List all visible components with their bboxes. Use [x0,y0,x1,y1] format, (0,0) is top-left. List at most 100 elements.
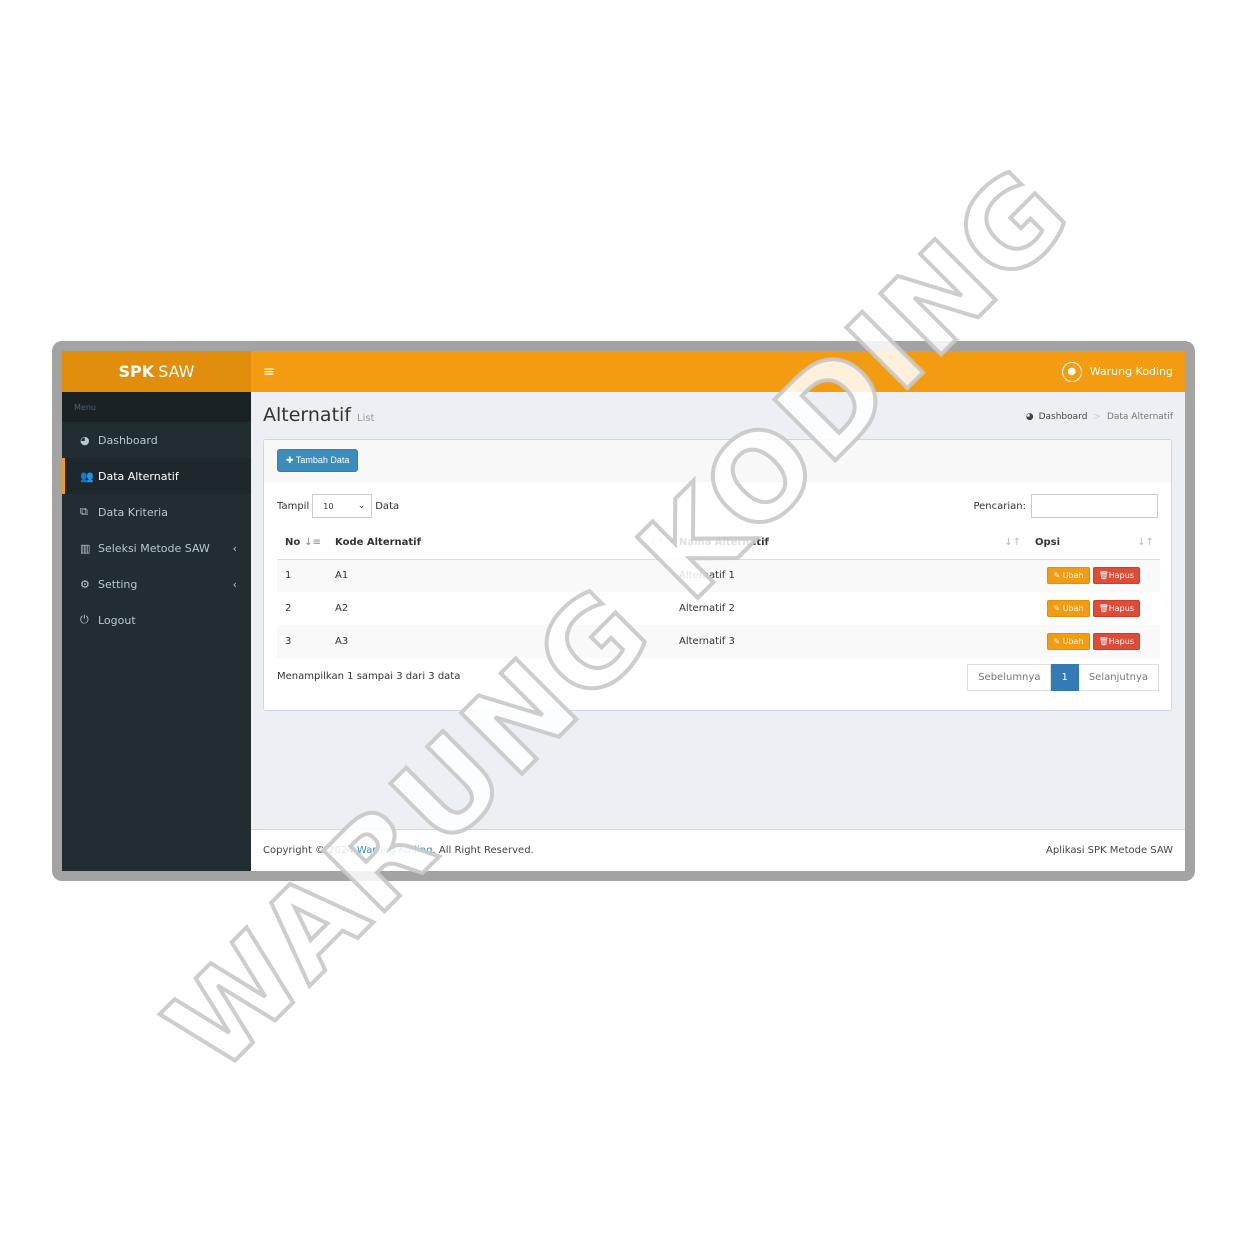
data-box: ✚ Tambah Data Tampil 10 ⌄ Data Pencarian… [263,439,1172,711]
users-icon: 👥 [80,469,94,483]
sidebar-item-dashboard[interactable]: ◕ Dashboard [62,422,251,458]
page-length-control: Tampil 10 ⌄ Data [277,494,399,518]
footer: Copyright © 2024 Warung Koding. All Righ… [251,829,1185,871]
page-length-select[interactable]: 10 ⌄ [312,494,373,518]
delete-button[interactable]: 🗑Hapus [1092,600,1140,617]
sidebar-item-setting[interactable]: ⚙ Setting ‹ [62,566,251,602]
power-icon: ⏻ [80,613,89,626]
edit-label: Ubah [1062,604,1084,613]
sidebar-item-data-alternatif[interactable]: 👥 Data Alternatif [62,458,251,494]
delete-label: Hapus [1108,604,1134,613]
cell-nama: Alternatif 2 [679,603,735,614]
brand-rest: SAW [158,362,195,381]
table-row: 1 A1 Alternatif 1 ✎ Ubah 🗑Hapus [277,559,1160,592]
cell-no: 1 [277,559,327,592]
edit-button[interactable]: ✎ Ubah [1047,600,1090,617]
sort-icon: ↓↑ [1004,537,1021,549]
pagination-page-button[interactable]: 1 [1051,664,1079,691]
user-menu[interactable]: ● Warung Koding [1061,361,1173,382]
edit-icon: ✎ [1053,637,1061,646]
edit-button[interactable]: ✎ Ubah [1047,567,1090,585]
add-data-button[interactable]: ✚ Tambah Data [277,449,359,472]
pagination: Sebelumnya 1 Selanjutnya [967,664,1159,691]
column-header-label: Nama Alternatif [679,537,769,549]
cell-kode: A2 [335,603,349,614]
cubes-icon: ⧉ [80,505,88,518]
table-info: Menampilkan 1 sampai 3 dari 3 data [277,671,461,682]
footer-copyright: Copyright © 2024 Warung Koding. All Righ… [263,845,534,856]
sort-icon: ↓↑ [648,537,665,549]
dashboard-icon: ◕ [1025,412,1034,422]
edit-icon: ✎ [1053,571,1061,581]
search-label: Pencarian: [973,500,1026,512]
edit-icon: ✎ [1053,604,1061,613]
sidebar-item-logout[interactable]: ⏻ Logout [62,602,251,638]
sort-icon: ↓↑ [1137,537,1154,549]
brand-bold: SPK [118,362,155,381]
main-content: Alternatif List ◕ Dashboard > Data Alter… [251,392,1185,829]
copyright-suffix: . All Right Reserved. [432,845,534,856]
delete-label: Hapus [1108,637,1134,646]
edit-label: Ubah [1062,571,1084,581]
column-header-kode[interactable]: Kode Alternatif ↓↑ [327,527,671,560]
footer-right-text: Aplikasi SPK Metode SAW [1046,845,1173,856]
sidebar-item-label: Data Alternatif [98,469,179,483]
edit-button[interactable]: ✎ Ubah [1047,633,1090,650]
cell-nama: Alternatif 3 [671,625,1027,658]
brand-logo[interactable]: SPK SAW [62,351,251,392]
show-suffix: Data [375,500,400,512]
breadcrumb-dashboard[interactable]: Dashboard [1039,412,1088,422]
app-window: SPK SAW Menu ◕ Dashboard 👥 Data Alternat… [62,351,1185,871]
pagination-prev-button[interactable]: Sebelumnya [967,664,1052,691]
chevron-left-icon: ‹ [232,541,237,555]
sidebar-item-label: Seleksi Metode SAW [98,541,210,555]
pagination-next-button[interactable]: Selanjutnya [1078,664,1159,691]
cell-opsi: ✎ Ubah 🗑Hapus [1027,625,1160,658]
chevron-left-icon: ‹ [232,577,237,591]
gear-icon: ⚙ [80,577,90,591]
sidebar-item-data-kriteria[interactable]: ⧉ Data Kriteria [62,494,251,530]
cell-opsi: ✎ Ubah 🗑Hapus [1027,559,1160,592]
table-row: 3 A3 Alternatif 3 ✎ Ubah 🗑Hapus [277,625,1160,658]
copyright-link[interactable]: Warung Koding [357,845,433,856]
page-title: Alternatif [263,404,351,426]
chevron-down-icon: ⌄ [357,501,366,511]
add-data-label: Tambah Data [295,455,350,465]
sidebar-item-label: Data Kriteria [98,505,168,519]
column-header-opsi[interactable]: Opsi ↓↑ [1027,527,1160,560]
page-header: Alternatif List [263,404,374,426]
table-row: 2 A2 Alternatif 2 ✎ Ubah 🗑Hapus [277,592,1160,625]
dashboard-icon: ◕ [80,433,90,447]
delete-button[interactable]: 🗑Hapus [1092,567,1140,585]
sidebar-item-label: Setting [98,577,138,591]
show-label: Tampil [277,500,310,512]
cell-no: 3 [277,625,327,658]
menu-toggle-icon[interactable]: ≡ [263,364,275,380]
sidebar-item-label: Logout [98,613,136,627]
column-header-label: Kode Alternatif [335,537,421,549]
column-header-no[interactable]: No ↓≡ [277,527,327,560]
delete-button[interactable]: 🗑Hapus [1092,633,1140,650]
page-length-value: 10 [323,501,334,511]
trash-icon: 🗑 [1098,637,1109,646]
cell-kode: A1 [327,559,671,592]
breadcrumb-current: Data Alternatif [1106,412,1173,422]
sidebar-item-seleksi-metode-saw[interactable]: ▥ Seleksi Metode SAW ‹ [62,530,251,566]
user-avatar-icon: ● [1061,361,1082,382]
menu-header: Menu [62,392,251,422]
copyright-prefix: Copyright © 2024 [263,845,354,856]
sidebar: SPK SAW Menu ◕ Dashboard 👥 Data Alternat… [62,351,251,871]
edit-label: Ubah [1062,637,1084,646]
alternatif-table: No ↓≡ Kode Alternatif ↓↑ Nama Alternatif… [277,527,1160,658]
cell-opsi: ✎ Ubah 🗑Hapus [1027,592,1160,625]
search-input[interactable] [1031,494,1158,518]
column-header-nama[interactable]: Nama Alternatif ↓↑ [671,527,1027,560]
cell-kode: A3 [327,625,671,658]
cell-no: 2 [285,603,292,614]
plus-icon: ✚ [286,455,294,465]
trash-icon: 🗑 [1098,604,1109,613]
table-controls: Tampil 10 ⌄ Data Pencarian: [277,494,1158,518]
sort-asc-icon: ↓≡ [304,537,321,549]
user-name: Warung Koding [1089,365,1173,378]
bar-chart-icon: ▥ [80,541,91,555]
